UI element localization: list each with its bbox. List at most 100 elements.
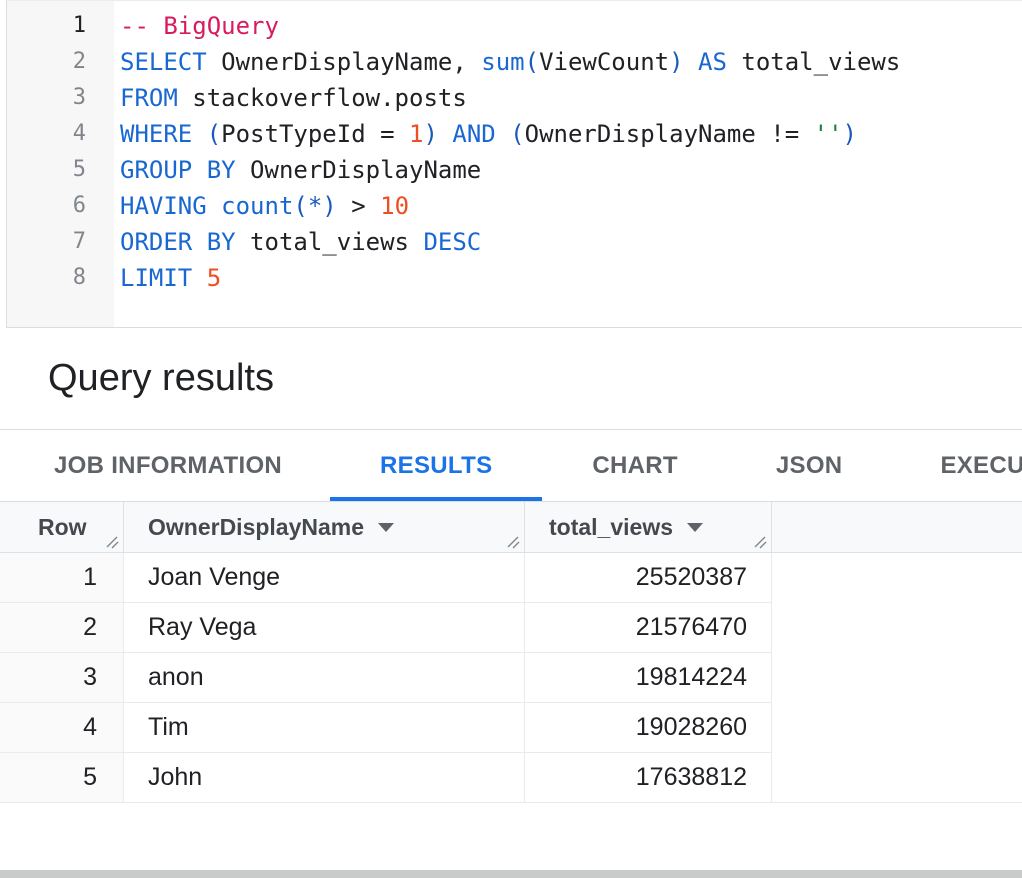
code-line[interactable]: -- BigQuery [120, 8, 1022, 44]
owner-name-cell: Ray Vega [124, 603, 525, 653]
row-number-cell: 4 [0, 703, 124, 753]
code-token: OwnerDisplayName [250, 156, 481, 184]
code-token: AS [698, 48, 741, 76]
code-token: 1 [409, 120, 423, 148]
code-token: OwnerDisplayName [525, 120, 771, 148]
total-views-cell: 17638812 [525, 753, 772, 803]
empty-cell [772, 703, 1022, 753]
tab-job-information[interactable]: JOB INFORMATION [30, 430, 306, 501]
table-row: 3anon19814224 [0, 653, 1022, 703]
code-token: SELECT [120, 48, 221, 76]
column-header-owner-label: OwnerDisplayName [148, 514, 364, 541]
line-number: 3 [7, 80, 114, 116]
code-token: ( [510, 120, 524, 148]
column-resize-handle-icon[interactable] [105, 535, 120, 549]
column-header-row: Row [0, 502, 124, 552]
empty-cell [772, 603, 1022, 653]
column-header-empty [772, 502, 1022, 552]
tab-chart[interactable]: CHART [566, 430, 704, 501]
total-views-cell: 21576470 [525, 603, 772, 653]
code-line[interactable]: ORDER BY total_views DESC [120, 224, 1022, 260]
row-number-cell: 1 [0, 553, 124, 603]
line-number: 4 [7, 116, 114, 152]
empty-cell [772, 553, 1022, 603]
code-line[interactable]: SELECT OwnerDisplayName, sum(ViewCount) … [120, 44, 1022, 80]
empty-cell [772, 653, 1022, 703]
code-token: AND [452, 120, 510, 148]
code-token: '' [814, 120, 843, 148]
code-token: ) [669, 48, 698, 76]
tab-json[interactable]: JSON [752, 430, 867, 501]
line-number: 6 [7, 188, 114, 224]
empty-cell [772, 753, 1022, 803]
code-token: total_views [250, 228, 423, 256]
code-token: 5 [207, 264, 221, 292]
owner-name-cell: Joan Venge [124, 553, 525, 603]
sql-editor-panel[interactable]: 12345678 -- BigQuerySELECT OwnerDisplayN… [6, 0, 1022, 328]
code-token: 10 [380, 192, 409, 220]
code-line[interactable]: HAVING count(*) > 10 [120, 188, 1022, 224]
code-token: ORDER BY [120, 228, 250, 256]
table-body: 1Joan Venge255203872Ray Vega215764703ano… [0, 553, 1022, 803]
table-row: 4Tim19028260 [0, 703, 1022, 753]
line-number: 8 [7, 260, 114, 296]
table-row: 2Ray Vega21576470 [0, 603, 1022, 653]
row-number-cell: 3 [0, 653, 124, 703]
query-results-section-header: Query results [0, 328, 1022, 430]
horizontal-scrollbar[interactable] [0, 870, 1022, 878]
code-token: FROM [120, 84, 192, 112]
sort-dropdown-icon[interactable] [378, 523, 394, 532]
code-line[interactable]: FROM stackoverflow.posts [120, 80, 1022, 116]
code-line[interactable]: LIMIT 5 [120, 260, 1022, 296]
code-token: total_views [741, 48, 900, 76]
code-token: sum [481, 48, 524, 76]
code-token: > [337, 192, 380, 220]
total-views-cell: 19814224 [525, 653, 772, 703]
row-number-cell: 5 [0, 753, 124, 803]
table-row: 5John17638812 [0, 753, 1022, 803]
line-number: 2 [7, 44, 114, 80]
table-row: 1Joan Venge25520387 [0, 553, 1022, 603]
column-resize-handle-icon[interactable] [753, 535, 768, 549]
code-token: OwnerDisplayName, [221, 48, 481, 76]
code-token: = [380, 120, 409, 148]
owner-name-cell: John [124, 753, 525, 803]
tab-execution-details[interactable]: EXECUTION DETAILS [916, 430, 1022, 501]
code-token: stackoverflow.posts [192, 84, 467, 112]
total-views-cell: 19028260 [525, 703, 772, 753]
line-number: 1 [7, 8, 114, 44]
row-number-cell: 2 [0, 603, 124, 653]
owner-name-cell: anon [124, 653, 525, 703]
code-token: ) [423, 120, 452, 148]
code-token: ) [843, 120, 857, 148]
results-table: Row OwnerDisplayName total_views 1Joan V… [0, 502, 1022, 803]
code-token: ( [207, 120, 221, 148]
line-number: 7 [7, 224, 114, 260]
code-token: ( [525, 48, 539, 76]
line-number: 5 [7, 152, 114, 188]
column-header-row-label: Row [38, 514, 87, 541]
sort-dropdown-icon[interactable] [687, 523, 703, 532]
code-token: GROUP BY [120, 156, 250, 184]
table-header-row: Row OwnerDisplayName total_views [0, 502, 1022, 553]
code-line[interactable]: WHERE (PostTypeId = 1) AND (OwnerDisplay… [120, 116, 1022, 152]
code-token: != [770, 120, 813, 148]
results-tab-bar: JOB INFORMATION RESULTS CHART JSON EXECUTION… [0, 430, 1022, 502]
code-token: (*) [293, 192, 336, 220]
code-token: count [221, 192, 293, 220]
code-token: LIMIT [120, 264, 207, 292]
column-header-total-views[interactable]: total_views [525, 502, 772, 552]
owner-name-cell: Tim [124, 703, 525, 753]
tab-results[interactable]: RESULTS [330, 430, 542, 501]
column-header-owner-display-name[interactable]: OwnerDisplayName [124, 502, 525, 552]
code-token: HAVING [120, 192, 221, 220]
code-token: PostTypeId [221, 120, 380, 148]
code-line[interactable]: GROUP BY OwnerDisplayName [120, 152, 1022, 188]
column-header-views-label: total_views [549, 514, 673, 541]
code-token: WHERE [120, 120, 207, 148]
column-resize-handle-icon[interactable] [506, 535, 521, 549]
query-results-title: Query results [0, 357, 274, 400]
code-area[interactable]: -- BigQuerySELECT OwnerDisplayName, sum(… [114, 1, 1022, 327]
total-views-cell: 25520387 [525, 553, 772, 603]
line-number-gutter: 12345678 [7, 1, 114, 327]
